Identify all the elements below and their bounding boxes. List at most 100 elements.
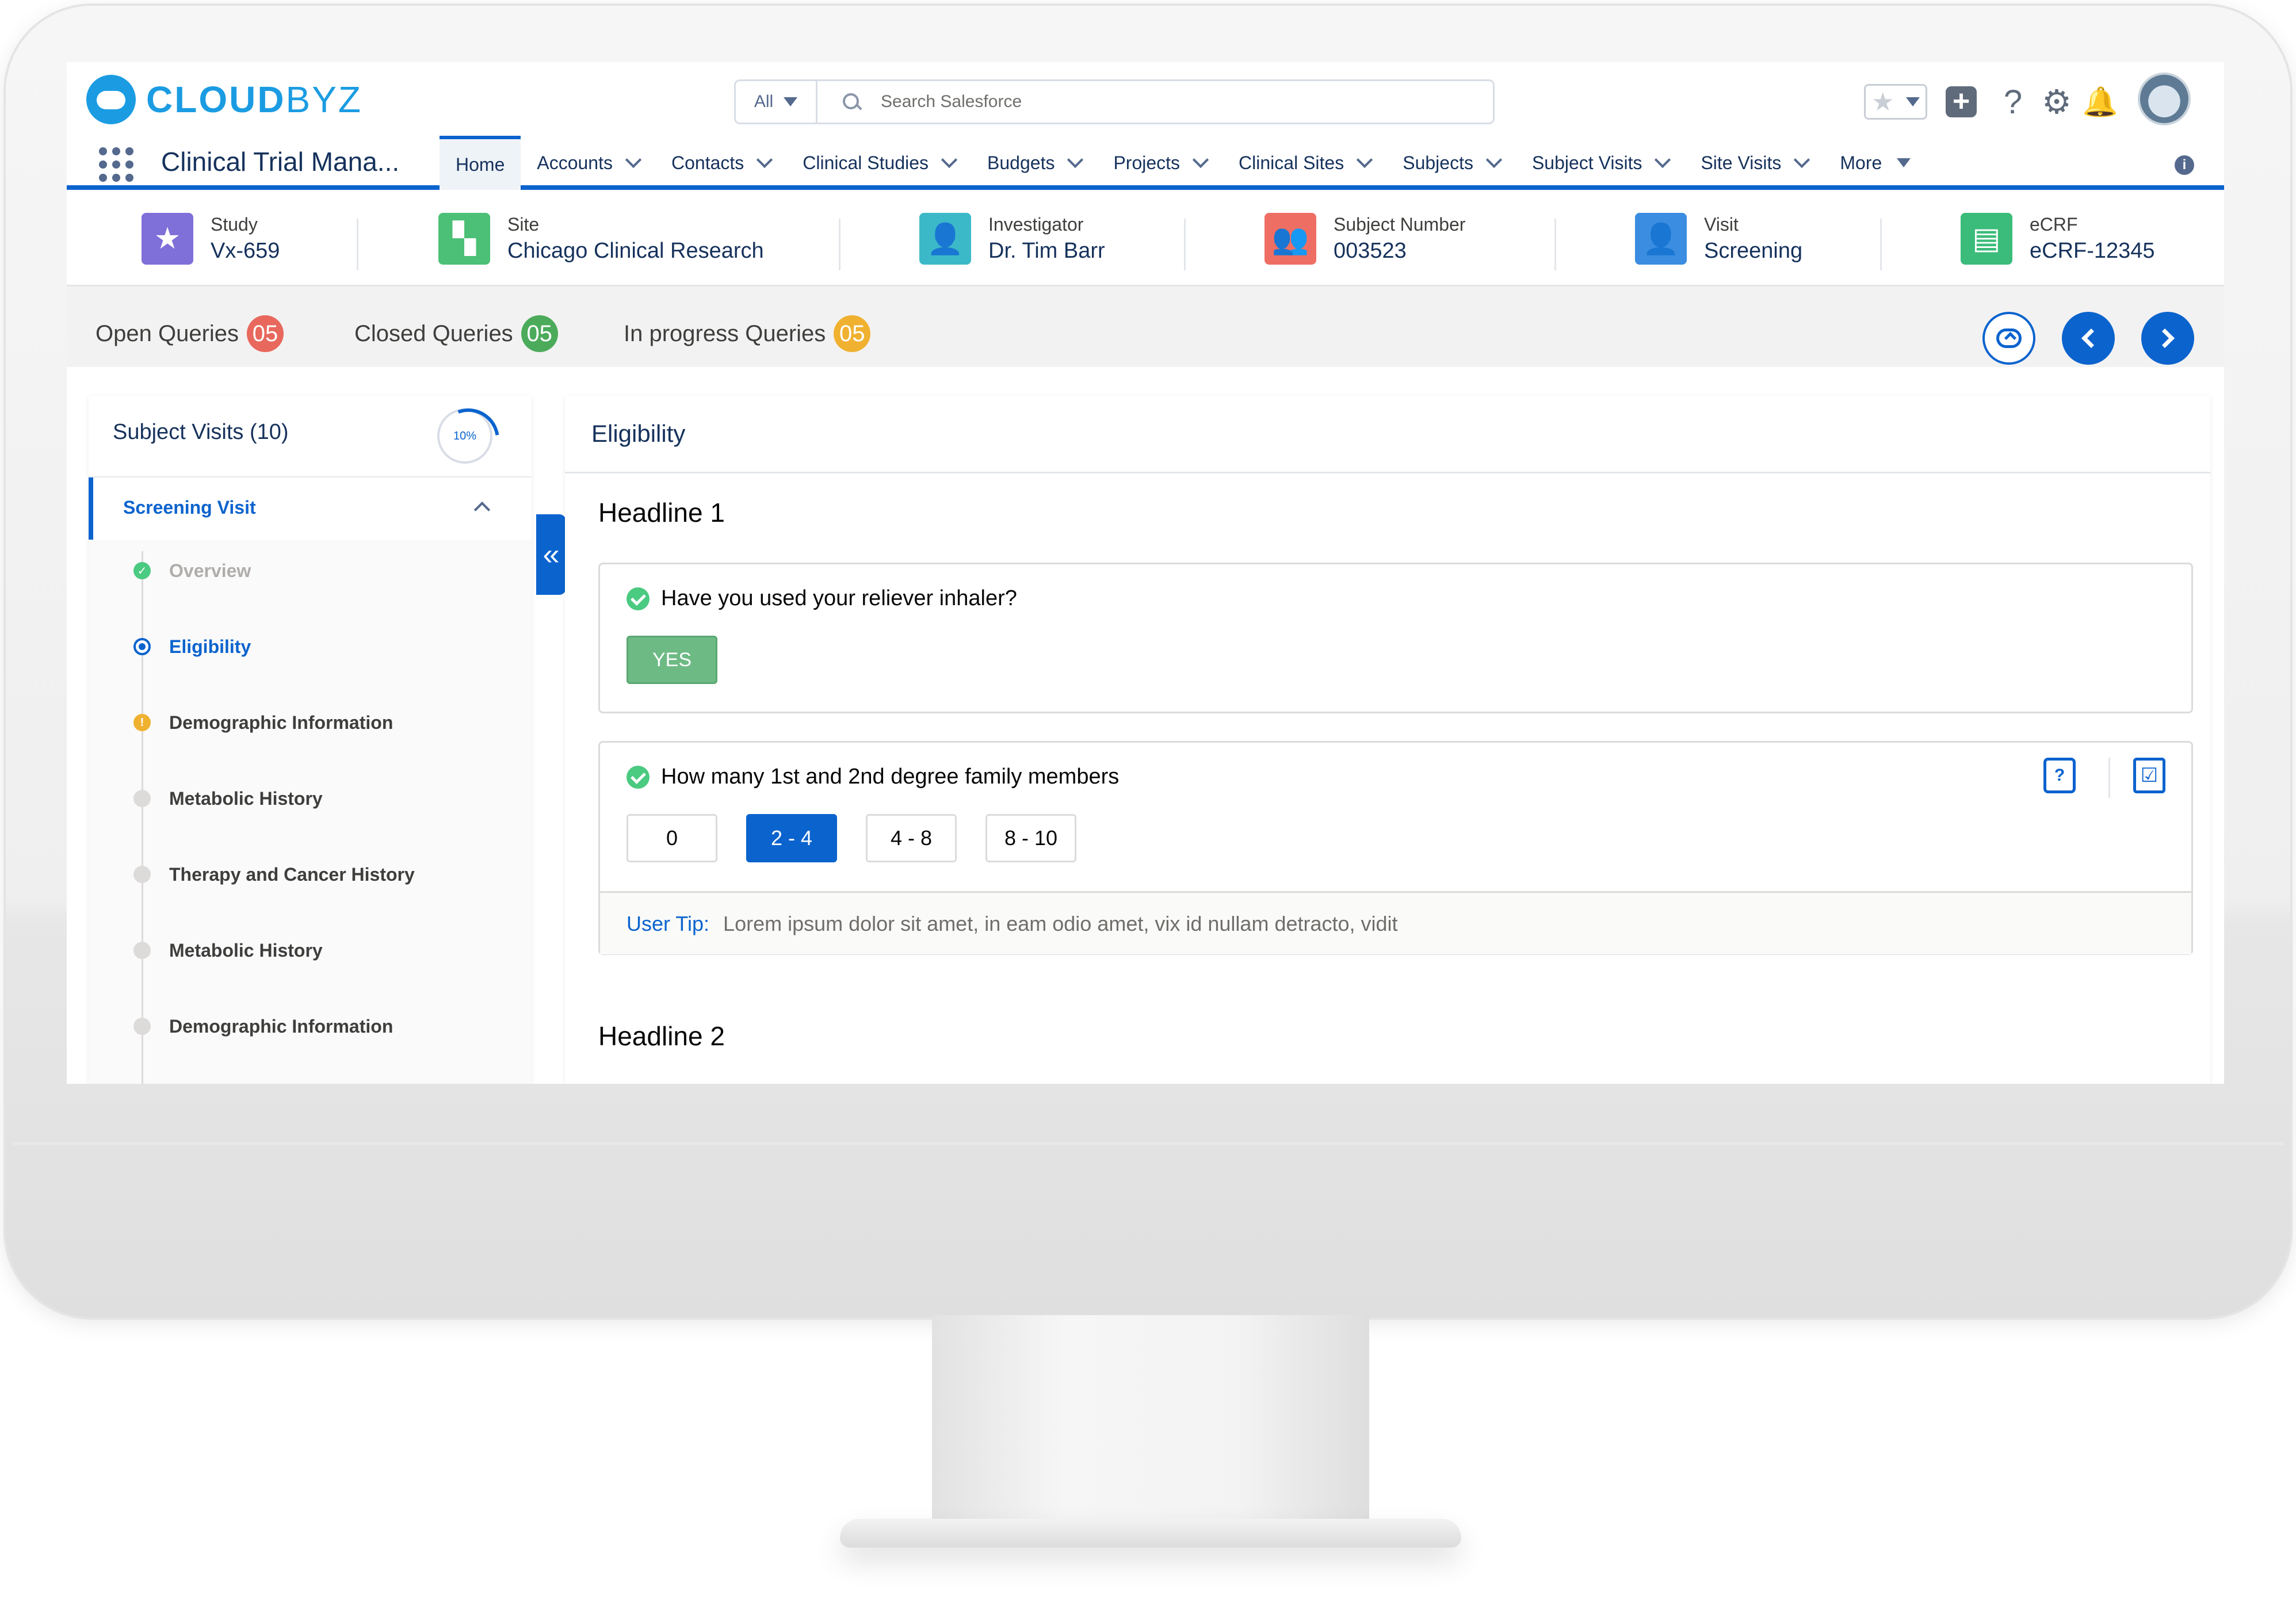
- chevron-down-icon[interactable]: [1357, 151, 1373, 169]
- people-icon: 👥: [1264, 213, 1316, 265]
- tab-clinical-sites[interactable]: Clinical Sites: [1223, 136, 1386, 190]
- step-eligibility[interactable]: Eligibility: [89, 624, 532, 670]
- chevron-down-icon[interactable]: [757, 151, 773, 169]
- step-label: Metabolic History: [169, 939, 323, 961]
- option-4-8[interactable]: 4 - 8: [866, 814, 957, 862]
- warning-icon: !: [133, 714, 151, 731]
- highlight-value: Vx-659: [211, 239, 280, 263]
- raise-query-button[interactable]: ?: [2041, 757, 2079, 794]
- avatar[interactable]: [2138, 72, 2191, 125]
- notifications-button[interactable]: 🔔: [2083, 79, 2118, 124]
- pending-dot-icon: [133, 790, 151, 807]
- chevron-down-icon[interactable]: [1485, 151, 1503, 169]
- headline-1: Headline 1: [598, 498, 725, 528]
- highlight-site: ▚ Site Chicago Clinical Research: [438, 213, 764, 265]
- step-metabolic-history-2[interactable]: Metabolic History: [89, 927, 532, 973]
- tab-subject-visits[interactable]: Subject Visits: [1516, 136, 1685, 190]
- tab-label: More: [1840, 152, 1882, 173]
- search-scope-dropdown[interactable]: All: [736, 81, 817, 123]
- tab-label: Clinical Sites: [1239, 152, 1344, 173]
- check-circle-icon: [626, 765, 650, 789]
- tab-label: Subject Visits: [1531, 152, 1642, 173]
- highlight-value: 003523: [1334, 239, 1407, 263]
- cloudbyz-logo[interactable]: CLOUDBYZ: [86, 75, 362, 124]
- monitor-stand-neck: [932, 1315, 1369, 1539]
- search-icon: [843, 93, 860, 110]
- option-8-10[interactable]: 8 - 10: [985, 814, 1076, 862]
- option-2-4[interactable]: 2 - 4: [746, 814, 837, 862]
- tab-clinical-studies[interactable]: Clinical Studies: [786, 136, 971, 190]
- closed-queries[interactable]: Closed Queries 05: [354, 315, 558, 352]
- check-circle-icon: ✓: [133, 562, 151, 579]
- caret-down-icon: [1897, 158, 1911, 167]
- chevron-down-icon[interactable]: [1192, 151, 1209, 169]
- question-1: Have you used your reliever inhaler?: [626, 586, 1017, 611]
- collapse-panel-button[interactable]: «: [536, 514, 566, 595]
- screening-visit-section[interactable]: Screening Visit: [89, 477, 532, 540]
- highlight-visit: 👤 Visit Screening: [1635, 213, 1802, 265]
- step-metabolic-history[interactable]: Metabolic History: [89, 775, 532, 822]
- tab-budgets[interactable]: Budgets: [971, 136, 1097, 190]
- cloud-logo-icon: [86, 75, 136, 124]
- previous-button[interactable]: [2062, 312, 2115, 365]
- highlight-label: Investigator: [988, 214, 1084, 235]
- question-card-2: How many 1st and 2nd degree family membe…: [598, 741, 2193, 955]
- chevron-left-icon: [2081, 328, 2101, 348]
- user-tip: User Tip: Lorem ipsum dolor sit amet, in…: [600, 891, 2191, 954]
- in-progress-queries[interactable]: In progress Queries 05: [624, 315, 871, 352]
- chevron-down-icon[interactable]: [941, 151, 958, 169]
- tab-label: Clinical Studies: [803, 152, 929, 173]
- setup-button[interactable]: ⚙: [2039, 79, 2075, 124]
- query-label: In progress Queries: [624, 320, 826, 346]
- highlight-study: ★ Study Vx-659: [142, 213, 280, 265]
- chevron-down-icon[interactable]: [1067, 151, 1084, 169]
- highlight-value: Screening: [1704, 239, 1803, 263]
- subject-visits-panel: Subject Visits (10) 10% Screening Visit …: [89, 396, 532, 1084]
- chevron-up-icon[interactable]: [473, 501, 491, 518]
- tip-label: User Tip:: [626, 911, 710, 935]
- tab-site-visits[interactable]: Site Visits: [1684, 136, 1824, 190]
- tab-contacts[interactable]: Contacts: [655, 136, 786, 190]
- step-label: Therapy and Cancer History: [169, 864, 415, 885]
- chevron-down-icon[interactable]: [625, 151, 642, 169]
- app-launcher-icon[interactable]: [99, 147, 133, 182]
- step-overview[interactable]: ✓ Overview: [89, 548, 532, 594]
- tab-label: Contacts: [671, 152, 744, 173]
- divider: [839, 219, 841, 270]
- tab-projects[interactable]: Projects: [1097, 136, 1223, 190]
- progress-label: 10%: [453, 429, 477, 442]
- tab-more[interactable]: More: [1824, 136, 1927, 190]
- help-icon: ?: [2003, 83, 2023, 121]
- chevron-right-icon: [2155, 328, 2175, 348]
- tip-text: Lorem ipsum dolor sit amet, in eam odio …: [723, 911, 1398, 935]
- open-queries[interactable]: Open Queries 05: [95, 315, 284, 352]
- upload-button[interactable]: [1982, 312, 2035, 365]
- step-label: Eligibility: [169, 636, 251, 657]
- next-button[interactable]: [2141, 312, 2194, 365]
- help-button[interactable]: ?: [1995, 79, 2031, 124]
- search-scope-label: All: [754, 92, 774, 111]
- step-demographic-information-2[interactable]: Demographic Information: [89, 1003, 532, 1049]
- step-therapy-cancer-history[interactable]: Therapy and Cancer History: [89, 851, 532, 897]
- pending-dot-icon: [133, 866, 151, 883]
- tab-label: Accounts: [537, 152, 613, 173]
- global-actions-button[interactable]: +: [1943, 79, 1979, 124]
- star-icon: ★: [1871, 87, 1894, 116]
- search-input[interactable]: [881, 92, 1399, 112]
- yes-answer-button[interactable]: YES: [626, 636, 717, 684]
- info-icon[interactable]: i: [2175, 155, 2194, 175]
- step-demographic-information[interactable]: ! Demographic Information: [89, 700, 532, 746]
- monitor-stand-base: [840, 1519, 1461, 1548]
- global-search: All: [734, 79, 1495, 124]
- favorites-button[interactable]: ★: [1864, 84, 1927, 120]
- chevron-down-icon[interactable]: [1655, 151, 1671, 169]
- question-text: How many 1st and 2nd degree family membe…: [661, 765, 1120, 789]
- gear-icon: ⚙: [2042, 83, 2072, 121]
- step-label: Demographic Information: [169, 712, 394, 733]
- tab-home[interactable]: Home: [440, 136, 521, 190]
- tab-subjects[interactable]: Subjects: [1386, 136, 1516, 190]
- option-0[interactable]: 0: [626, 814, 717, 862]
- chevron-down-icon[interactable]: [1794, 151, 1810, 169]
- tab-accounts[interactable]: Accounts: [521, 136, 655, 190]
- review-checklist-button[interactable]: ☑: [2130, 757, 2168, 794]
